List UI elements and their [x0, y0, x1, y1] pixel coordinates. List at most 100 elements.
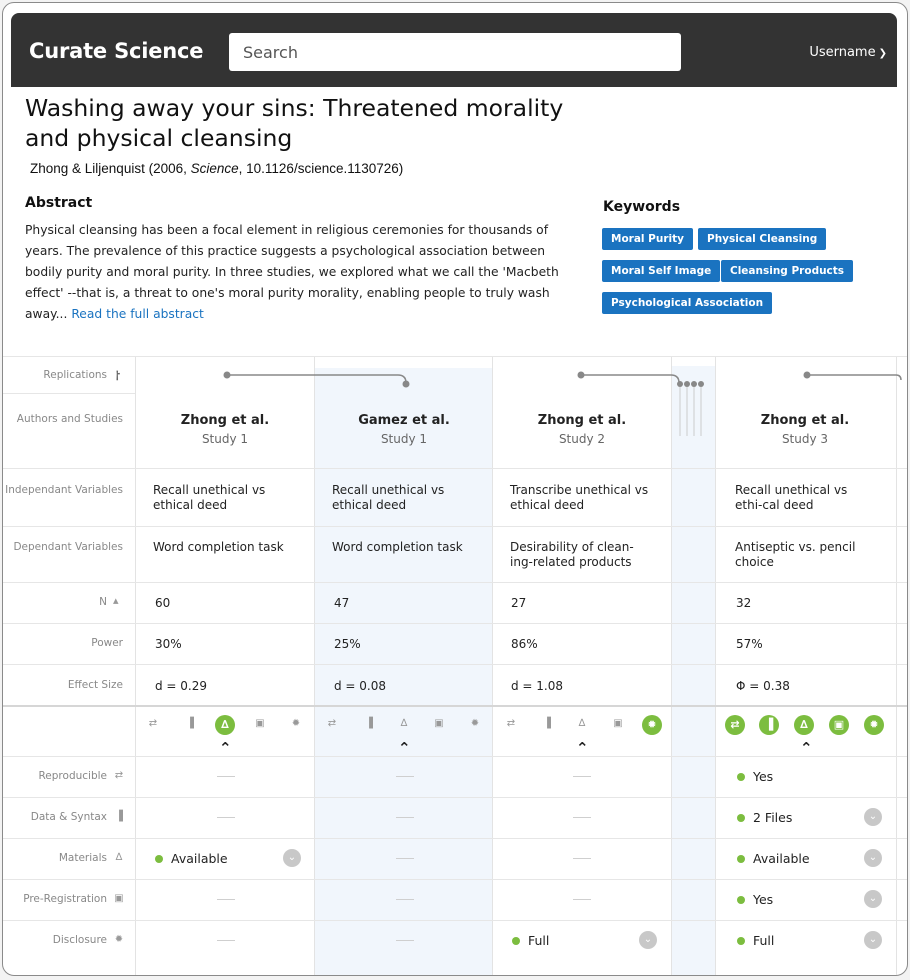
collapse-caret[interactable]: ⌃: [219, 739, 232, 757]
keyword-tag[interactable]: Moral Self Image: [602, 260, 721, 282]
materials-icon[interactable]: ∆: [794, 715, 814, 735]
tree-node: [803, 371, 811, 379]
expand-button[interactable]: ⌄: [864, 849, 882, 867]
search-input[interactable]: [229, 33, 681, 71]
study-n: 47: [334, 596, 350, 610]
study-iv: Recall unethical vs ethical deed: [332, 483, 445, 512]
row-divider: [3, 879, 907, 880]
chevron-down-icon: ❯: [878, 48, 887, 59]
materials-value: Available: [171, 851, 228, 866]
keyword-tag[interactable]: Psychological Association: [602, 292, 773, 314]
study-effect: d = 1.08: [511, 679, 564, 693]
row-label-data: Data & Syntax: [30, 811, 107, 823]
empty-dash: [396, 899, 414, 900]
row-divider: [3, 838, 907, 839]
reproducible-icon[interactable]: ⇄: [146, 718, 160, 729]
materials-value: Available: [753, 851, 810, 866]
expand-button[interactable]: ⌄: [864, 890, 882, 908]
disclosure-status: Full: [737, 933, 774, 948]
person-icon: ▴: [113, 594, 119, 607]
study-author[interactable]: Gamez et al.: [332, 413, 476, 428]
data-icon[interactable]: ▐: [183, 718, 197, 729]
data-icon[interactable]: ▐: [540, 718, 554, 729]
collapse-caret[interactable]: ⌃: [398, 739, 411, 757]
empty-dash: [217, 776, 235, 777]
row-label-materials: Materials: [58, 852, 107, 864]
study-n: 60: [155, 596, 171, 610]
row-label-disclosure: Disclosure: [52, 934, 107, 946]
reproducible-icon[interactable]: ⇄: [725, 715, 745, 735]
disclosure-icon[interactable]: ✹: [642, 715, 662, 735]
row-label-prereg: Pre-Registration: [23, 893, 107, 905]
citation-authors: Zhong & Liljenquist (2006,: [30, 161, 191, 176]
reproducible-icon[interactable]: ⇄: [504, 718, 518, 729]
prereg-icon[interactable]: ▣: [611, 718, 625, 729]
materials-icon[interactable]: ∆: [575, 718, 589, 729]
status-dot: [512, 937, 520, 945]
study-author[interactable]: Zhong et al.: [510, 413, 654, 428]
citation-journal: Science: [190, 161, 239, 176]
data-icon[interactable]: ▐: [759, 715, 779, 735]
reproducible-icon: ⇄: [114, 770, 124, 781]
row-label-iv: Independant Variables: [5, 484, 123, 496]
brand-logo[interactable]: Curate Science: [29, 39, 204, 63]
disclosure-status: Full: [512, 933, 549, 948]
tree-node: [684, 381, 690, 387]
prereg-status: Yes: [737, 892, 773, 907]
row-divider: [3, 526, 907, 527]
row-label-dv: Dependant Variables: [13, 541, 123, 553]
expand-button[interactable]: ⌄: [864, 808, 882, 826]
study-number: Study 1: [380, 432, 428, 446]
materials-icon[interactable]: ∆: [215, 715, 235, 735]
disclosure-value: Full: [528, 933, 550, 948]
tree-node: [577, 371, 585, 379]
study-author[interactable]: Zhong et al.: [733, 413, 877, 428]
study-effect: d = 0.08: [334, 679, 387, 693]
tree-node: [402, 380, 410, 388]
prereg-icon[interactable]: ▣: [829, 715, 849, 735]
study-effect: Φ = 0.38: [736, 679, 790, 693]
empty-dash: [396, 858, 414, 859]
status-dot: [737, 896, 745, 904]
keyword-tag[interactable]: Cleansing Products: [721, 260, 854, 282]
collapse-caret[interactable]: ⌃: [576, 739, 589, 757]
study-n: 27: [511, 596, 527, 610]
data-icon[interactable]: ▐: [362, 718, 376, 729]
prereg-icon: ▣: [114, 893, 124, 904]
row-label-n: N: [99, 596, 107, 608]
keyword-tag[interactable]: Moral Purity: [602, 228, 693, 250]
row-label-effect: Effect Size: [67, 679, 123, 691]
empty-dash: [396, 940, 414, 941]
expand-button[interactable]: ⌄: [864, 931, 882, 949]
data-value: 2 Files: [753, 810, 793, 825]
citation-doi[interactable]: , 10.1126/science.1130726): [239, 161, 404, 176]
disclosure-icon[interactable]: ✹: [468, 718, 482, 729]
data-icon: ▐: [115, 811, 123, 822]
abstract-heading: Abstract: [25, 195, 93, 211]
study-iv: Recall unethical vs ethi-cal deed: [735, 483, 848, 512]
disclosure-value: Full: [753, 933, 775, 948]
prereg-value: Yes: [753, 892, 774, 907]
study-number: Study 1: [201, 432, 249, 446]
row-divider: [3, 797, 907, 798]
disclosure-icon[interactable]: ✹: [864, 715, 884, 735]
study-dv: Antiseptic vs. pencil choice: [735, 540, 856, 569]
row-label-power: Power: [91, 637, 123, 649]
study-dv: Word completion task: [153, 540, 284, 554]
study-dv: Desirability of clean-ing-related produc…: [510, 540, 634, 569]
tree-node: [691, 381, 697, 387]
reproducible-status: Yes: [737, 769, 773, 784]
expand-button[interactable]: ⌄: [639, 931, 657, 949]
collapse-caret[interactable]: ⌃: [800, 739, 813, 757]
user-menu[interactable]: Username ❯: [809, 45, 887, 60]
prereg-icon[interactable]: ▣: [253, 718, 267, 729]
keyword-tag[interactable]: Physical Cleansing: [698, 228, 827, 250]
expand-button[interactable]: ⌄: [283, 849, 301, 867]
study-author[interactable]: Zhong et al.: [153, 413, 297, 428]
prereg-icon[interactable]: ▣: [432, 718, 446, 729]
status-dot: [155, 855, 163, 863]
materials-icon[interactable]: ∆: [397, 718, 411, 729]
reproducible-icon[interactable]: ⇄: [325, 718, 339, 729]
disclosure-icon[interactable]: ✹: [289, 718, 303, 729]
read-full-abstract-link[interactable]: Read the full abstract: [71, 307, 204, 321]
